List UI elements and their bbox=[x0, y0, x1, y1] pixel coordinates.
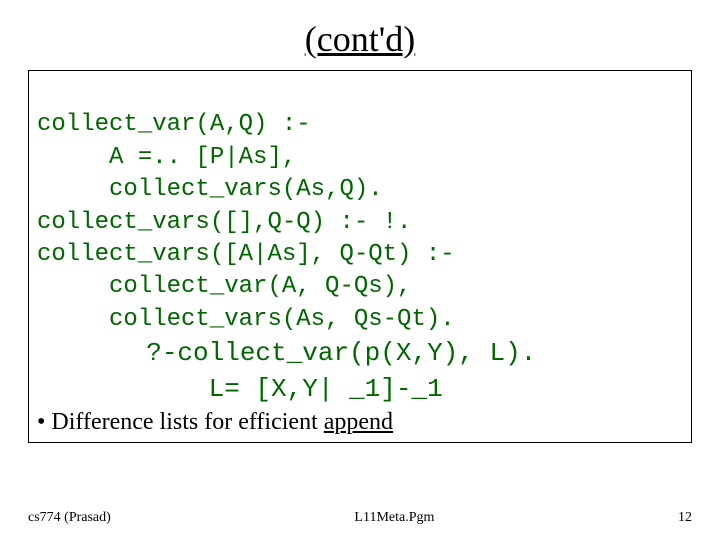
code-line: collect_var(A,Q) :- bbox=[37, 111, 311, 138]
code-line: ?-collect_var(p(X,Y), L). bbox=[37, 338, 536, 368]
footer-right: 12 bbox=[678, 510, 692, 526]
code-line: collect_vars(As,Q). bbox=[37, 176, 383, 203]
code-line: collect_vars(As, Qs-Qt). bbox=[37, 306, 455, 333]
content-box: collect_var(A,Q) :- A =.. [P|As], collec… bbox=[28, 70, 692, 443]
code-line: collect_var(A, Q-Qs), bbox=[37, 273, 411, 300]
footer: cs774 (Prasad) L11Meta.Pgm 12 bbox=[28, 510, 692, 526]
code-line: A =.. [P|As], bbox=[37, 144, 296, 171]
code-line: L= [X,Y| _1]-_1 bbox=[37, 374, 443, 404]
bullet-underlined: append bbox=[324, 409, 393, 435]
slide-title: (cont'd) bbox=[28, 18, 692, 60]
bullet-line: • Difference lists for efficient append bbox=[37, 409, 683, 436]
bullet-text: • Difference lists for efficient bbox=[37, 409, 324, 435]
code-line: collect_vars([A|As], Q-Qt) :- bbox=[37, 241, 455, 268]
footer-center: L11Meta.Pgm bbox=[354, 510, 434, 526]
code-block: collect_var(A,Q) :- A =.. [P|As], collec… bbox=[37, 77, 683, 407]
slide: (cont'd) collect_var(A,Q) :- A =.. [P|As… bbox=[0, 0, 720, 540]
code-line: collect_vars([],Q-Q) :- !. bbox=[37, 209, 411, 236]
footer-left: cs774 (Prasad) bbox=[28, 510, 111, 526]
